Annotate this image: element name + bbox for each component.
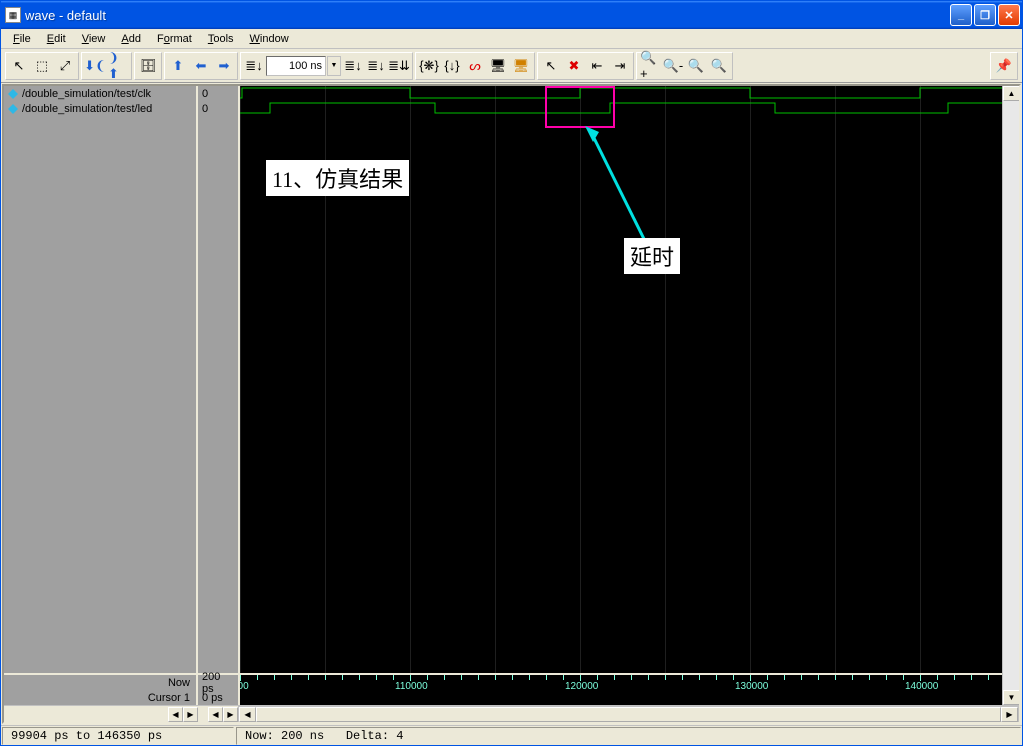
scroll-left-icon[interactable]: ◀ [239,707,256,722]
now-label: Now [4,675,196,690]
cursor-tool-icon[interactable]: ↖ [540,55,562,77]
menu-edit[interactable]: Edit [39,31,74,47]
break-icon[interactable]: {❋} [418,55,440,77]
main-window: ▦ wave - default _ ❐ ✕ File Edit View Ad… [0,0,1023,746]
maximize-button[interactable]: ❐ [974,4,996,26]
cursor-label: Cursor 1 [4,690,196,705]
ruler-tick-label: 110000 [395,681,428,692]
statusbar: 99904 ps to 146350 ps Now: 200 ns Delta:… [1,725,1022,745]
status-info: Now: 200 ns Delta: 4 [236,727,1021,745]
led-waveform [240,101,1002,116]
run-length-icon[interactable]: ≣↓ [243,55,265,77]
clk-waveform [240,86,1002,101]
now-value: 200 ps [198,675,238,690]
find-prev-edge-icon[interactable]: ⇤ [586,55,608,77]
zoom-out-icon[interactable]: 🔍- [662,55,684,77]
zoom-cursor-icon[interactable]: 🔍 [708,55,730,77]
toolbar: ↖ ⬚ ⤢ ⬇❨ ❩⬆ 🗄 ⬆ ⬅ ➡ ≣↓ ▼ ≣↓ ≣↓ ≣⇊ {❋} {↓… [1,49,1022,83]
close-button[interactable]: ✕ [998,4,1020,26]
ruler-tick-label: 000 [240,681,249,692]
dock-icon[interactable]: 📌 [993,55,1015,77]
next-icon[interactable]: ➡ [213,55,235,77]
status-time-range: 99904 ps to 146350 ps [2,727,234,745]
profile-icon[interactable]: 🖥 [487,55,509,77]
scrollbar-thumb[interactable] [256,707,1001,722]
time-input[interactable] [266,56,326,76]
zoom-mode-icon[interactable]: ⤢ [54,55,76,77]
highlight-rectangle [545,86,615,128]
titlebar[interactable]: ▦ wave - default _ ❐ ✕ [1,1,1022,29]
signal-panel-scrollbar[interactable]: ◀ ▶ [168,707,198,722]
time-dropdown-icon[interactable]: ▼ [327,56,341,76]
content-area: /double_simulation/test/clk /double_simu… [2,84,1021,724]
scroll-right-icon[interactable]: ▶ [223,707,238,722]
waveform-panel[interactable]: 11、仿真结果 延时 [238,86,1002,705]
step-over-icon[interactable]: ᔕ [464,55,486,77]
scroll-left-icon[interactable]: ◀ [208,707,223,722]
select-mode-icon[interactable]: ⬚ [31,55,53,77]
prev-icon[interactable]: ⬅ [190,55,212,77]
restart-icon[interactable]: ⬆ [167,55,189,77]
menu-file[interactable]: File [5,31,39,47]
ruler-tick-label: 140000 [905,681,938,692]
signal-diamond-icon [8,104,18,114]
find-next-edge-icon[interactable]: ⇥ [609,55,631,77]
vertical-scrollbar[interactable]: ▲ ▼ [1002,86,1019,705]
scroll-up-icon[interactable]: ▲ [1003,86,1019,101]
signal-row[interactable]: /double_simulation/test/led [4,101,196,116]
zoom-in-icon[interactable]: 🔍+ [639,55,661,77]
annotation-delay: 延时 [624,238,680,274]
waveform-display[interactable]: 11、仿真结果 延时 [240,86,1002,673]
pointer-tool-icon[interactable]: ↖ [8,55,30,77]
menu-view[interactable]: View [74,31,114,47]
no-force-icon[interactable]: ✖ [563,55,585,77]
signal-row[interactable]: /double_simulation/test/clk [4,86,196,101]
memory-icon[interactable]: 🖥 [510,55,532,77]
signal-value[interactable]: 0 [198,86,238,101]
delay-arrow-icon [585,126,665,246]
signal-value[interactable]: 0 [198,101,238,116]
scroll-right-icon[interactable]: ▶ [1001,707,1018,722]
annotation-result: 11、仿真结果 [266,160,409,196]
app-icon: ▦ [5,7,21,23]
continue-run-icon[interactable]: ≣↓ [365,55,387,77]
minimize-button[interactable]: _ [950,4,972,26]
window-title: wave - default [25,8,950,23]
menu-format[interactable]: Format [149,31,200,47]
menu-window[interactable]: Window [242,31,297,47]
menubar: File Edit View Add Format Tools Window [1,29,1022,49]
horizontal-scroll-row: ◀ ▶ ◀ ▶ ◀ ▶ [4,705,1019,722]
menu-tools[interactable]: Tools [200,31,242,47]
zoom-full-icon[interactable]: 🔍 [685,55,707,77]
signal-diamond-icon [8,89,18,99]
scroll-right-icon[interactable]: ▶ [183,707,198,722]
ruler-tick-label: 120000 [565,681,598,692]
time-ruler[interactable]: 000 110000 120000 130000 140000 [240,673,1002,705]
signal-name-label: /double_simulation/test/led [22,103,152,115]
run-all-icon[interactable]: ≣⇊ [388,55,410,77]
step-into-icon[interactable]: ⬇❨ [84,55,106,77]
show-drivers-icon[interactable]: 🗄 [137,55,159,77]
signal-name-label: /double_simulation/test/clk [22,88,151,100]
ruler-tick-label: 130000 [735,681,768,692]
menu-add[interactable]: Add [113,31,149,47]
value-panel-scrollbar[interactable]: ◀ ▶ [208,707,238,722]
step-out-icon[interactable]: ❩⬆ [107,55,129,77]
run-icon[interactable]: ≣↓ [342,55,364,77]
signal-name-panel[interactable]: /double_simulation/test/clk /double_simu… [4,86,196,705]
step-icon[interactable]: {↓} [441,55,463,77]
signal-value-panel[interactable]: 0 0 200 ps 0 ps [196,86,238,705]
waveform-scrollbar[interactable]: ◀ ▶ [238,706,1019,723]
scroll-down-icon[interactable]: ▼ [1003,690,1019,705]
scroll-left-icon[interactable]: ◀ [168,707,183,722]
